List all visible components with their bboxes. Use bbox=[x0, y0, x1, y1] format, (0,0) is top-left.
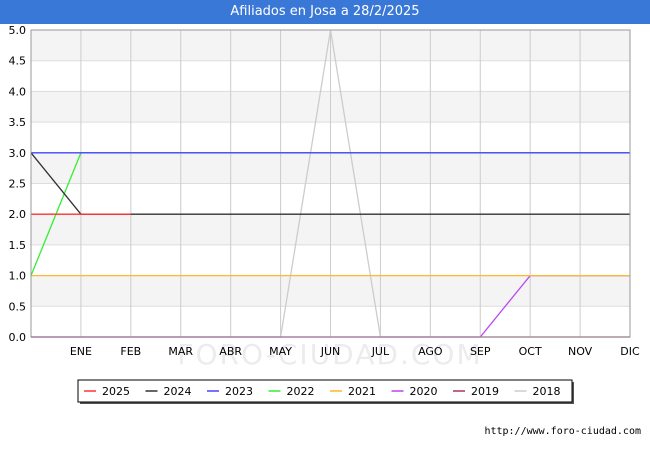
legend: 2025 2024 2023 2022 2021 2020 2019 2018 bbox=[77, 379, 574, 404]
y-tick-label: 1.5 bbox=[9, 239, 27, 252]
x-tick-label: JUL bbox=[371, 345, 390, 358]
y-tick-label: 5.0 bbox=[9, 24, 27, 37]
y-tick-label: 3.5 bbox=[9, 116, 27, 129]
legend-label-2019: 2019 bbox=[471, 385, 499, 398]
x-tick-label: AGO bbox=[418, 345, 443, 358]
legend-label-2018: 2018 bbox=[533, 385, 561, 398]
x-tick-label: OCT bbox=[519, 345, 542, 358]
y-tick-label: 2.0 bbox=[9, 208, 27, 221]
x-tick-label: ENE bbox=[70, 345, 92, 358]
source-url[interactable]: http://www.foro-ciudad.com bbox=[484, 426, 641, 437]
y-axis-ticks: 0.0 0.5 1.0 1.5 2.0 2.5 3.0 3.5 4.0 4.5 5.0 bbox=[9, 24, 27, 344]
line-chart: FORO-CIUDAD.COM 0.00.51.01.52.02.53.03.5… bbox=[9, 24, 640, 404]
y-tick-label: 1.0 bbox=[9, 270, 27, 283]
y-tick-label: 2.5 bbox=[9, 178, 27, 191]
x-tick-label: DIC bbox=[620, 345, 640, 358]
legend-label-2024: 2024 bbox=[164, 385, 192, 398]
x-tick-label: ABR bbox=[219, 345, 242, 358]
x-tick-label: NOV bbox=[568, 345, 593, 358]
y-tick-label: 0.0 bbox=[9, 331, 27, 344]
legend-label-2025: 2025 bbox=[102, 385, 130, 398]
x-tick-label: FEB bbox=[120, 345, 141, 358]
y-tick-label: 4.0 bbox=[9, 85, 27, 98]
y-tick-label: 3.0 bbox=[9, 147, 27, 160]
x-tick-label: MAR bbox=[168, 345, 193, 358]
legend-label-2020: 2020 bbox=[410, 385, 438, 398]
legend-label-2023: 2023 bbox=[225, 385, 253, 398]
x-tick-label: JUN bbox=[320, 345, 341, 358]
legend-label-2021: 2021 bbox=[348, 385, 376, 398]
y-tick-label: 4.5 bbox=[9, 55, 27, 68]
x-tick-label: SEP bbox=[470, 345, 491, 358]
legend-label-2022: 2022 bbox=[287, 385, 315, 398]
x-tick-label: MAY bbox=[269, 345, 292, 358]
y-tick-label: 0.5 bbox=[9, 300, 27, 313]
